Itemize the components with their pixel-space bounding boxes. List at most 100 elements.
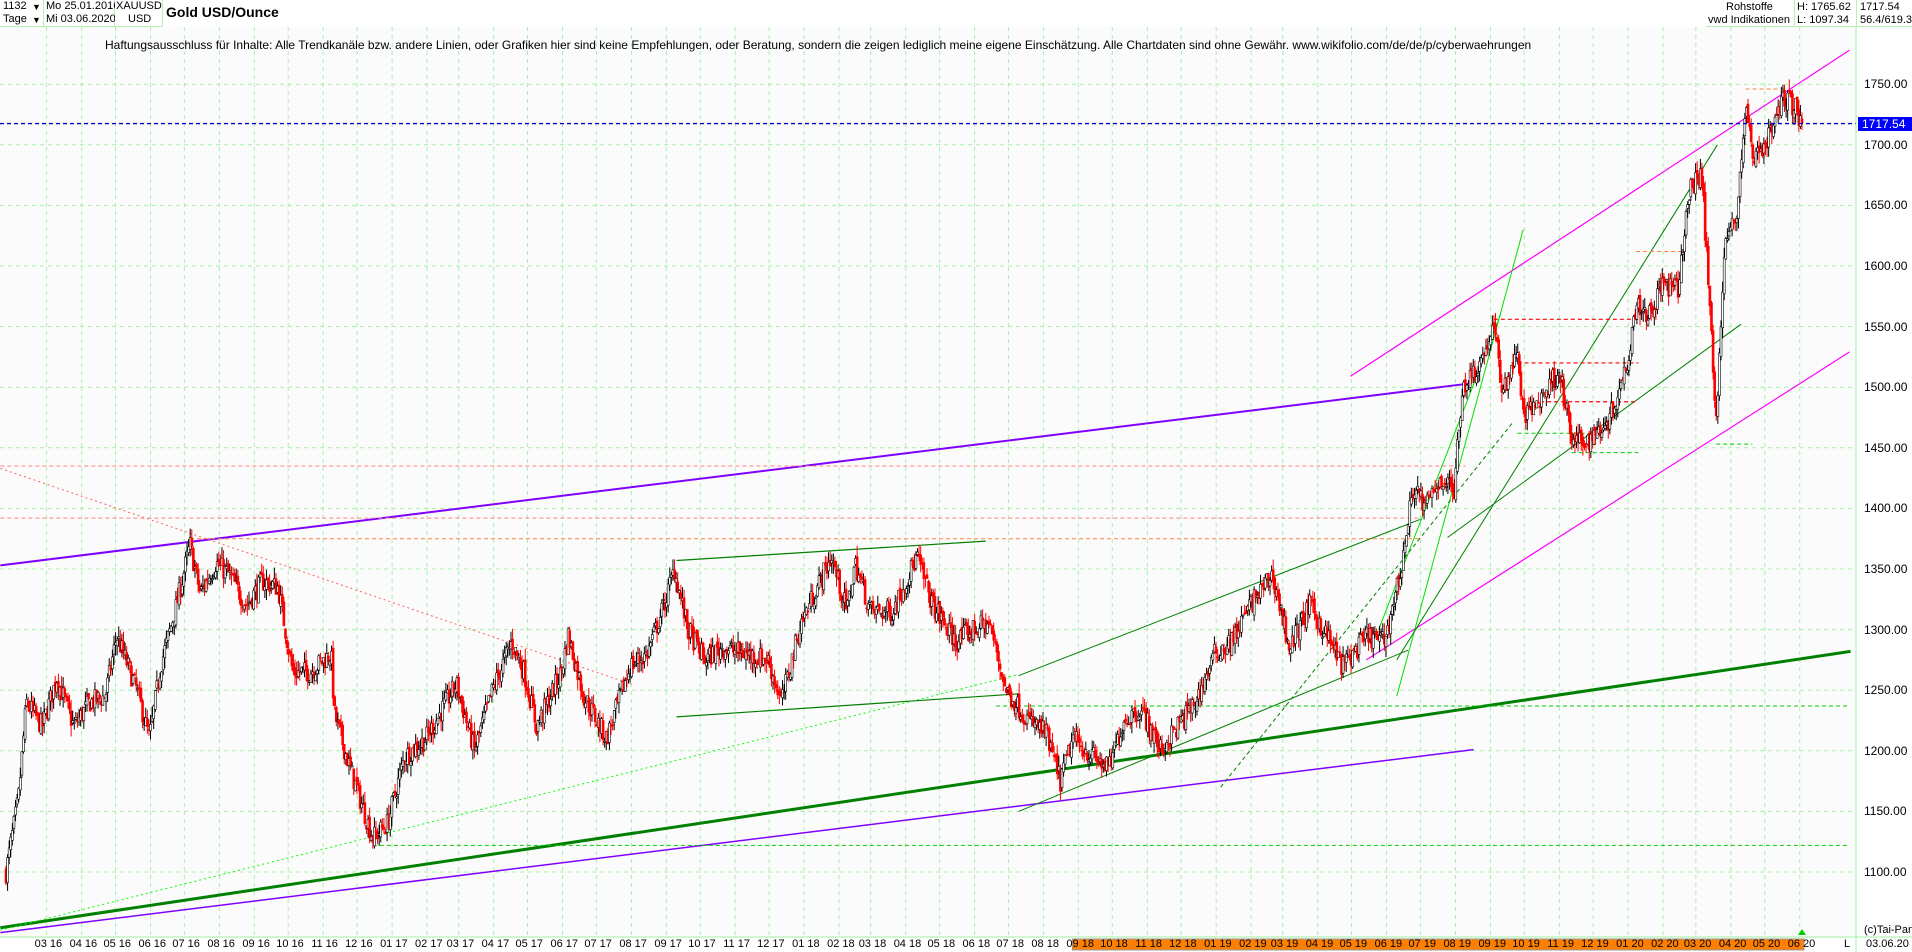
candle-body bbox=[1772, 124, 1775, 137]
candle-body bbox=[1754, 150, 1758, 167]
period-select[interactable]: Tage ▼ bbox=[0, 13, 44, 27]
candle-body bbox=[382, 826, 386, 830]
candle-body bbox=[368, 816, 371, 839]
candle-body bbox=[773, 676, 776, 686]
candle-body bbox=[806, 610, 810, 613]
candle-body bbox=[1727, 231, 1731, 237]
candle-body bbox=[1691, 178, 1694, 188]
candle-body bbox=[284, 628, 287, 639]
candle-body bbox=[1313, 598, 1316, 614]
candle-body bbox=[1497, 339, 1500, 359]
x-tick-label: 09 19 bbox=[1478, 938, 1506, 950]
x-tick-label: 12 18 bbox=[1169, 938, 1197, 950]
candle-body bbox=[236, 575, 240, 585]
period-value: Tage bbox=[3, 13, 27, 25]
candle-body bbox=[1378, 635, 1381, 642]
candle-body bbox=[906, 585, 910, 588]
candle-body bbox=[1391, 605, 1394, 615]
candle-body bbox=[978, 628, 981, 638]
candle-body bbox=[423, 742, 427, 751]
candle-body bbox=[87, 693, 90, 700]
candle-body bbox=[182, 572, 186, 587]
x-tick-label: 11 16 bbox=[311, 938, 338, 950]
candle-body bbox=[484, 704, 487, 712]
candle-body bbox=[1618, 388, 1621, 400]
candle-body bbox=[1014, 707, 1018, 714]
x-tick-label: 01 17 bbox=[380, 938, 408, 950]
to-date-field[interactable]: Mi 03.06.2020 bbox=[44, 13, 116, 27]
candle-body bbox=[1638, 294, 1642, 316]
y-tick-label: 1700.00 bbox=[1864, 137, 1908, 152]
candle-body bbox=[1384, 635, 1388, 648]
candle-body bbox=[1718, 352, 1721, 396]
candle-body bbox=[1786, 92, 1790, 111]
candle-body bbox=[1707, 245, 1710, 286]
candle-body bbox=[922, 562, 926, 580]
candle-body bbox=[1624, 368, 1628, 371]
candle-body bbox=[134, 677, 138, 686]
from-date: Mo 25.01.2016 bbox=[46, 0, 120, 12]
candle-body bbox=[658, 617, 662, 628]
x-tick-label: 01 20 bbox=[1616, 938, 1644, 950]
candle-body bbox=[1338, 651, 1342, 654]
candle bbox=[1351, 649, 1354, 669]
candle-body bbox=[592, 703, 595, 708]
price-chart bbox=[0, 0, 1912, 952]
candle-body bbox=[190, 537, 194, 547]
candle-body bbox=[1162, 751, 1165, 755]
y-tick-label: 1550.00 bbox=[1864, 319, 1908, 334]
candle-body bbox=[1105, 756, 1108, 772]
candle-body bbox=[612, 710, 616, 723]
y-tick-label: 1400.00 bbox=[1864, 501, 1908, 516]
candle-body bbox=[1540, 392, 1543, 408]
candle-body bbox=[11, 830, 14, 841]
candle-body bbox=[1780, 95, 1783, 117]
candle-body bbox=[601, 720, 605, 741]
candle-body bbox=[1414, 490, 1418, 499]
candle-body bbox=[523, 659, 527, 688]
x-tick-label: 09 17 bbox=[654, 938, 682, 950]
candle-body bbox=[1173, 728, 1177, 730]
candle bbox=[1630, 326, 1634, 357]
candle-body bbox=[1494, 323, 1497, 335]
candle-body bbox=[1545, 389, 1548, 398]
candle-body bbox=[104, 694, 108, 702]
candle-body bbox=[1600, 432, 1604, 438]
candle-body bbox=[1491, 324, 1494, 340]
x-tick-label: 06 19 bbox=[1374, 938, 1403, 950]
candle-body bbox=[1389, 614, 1393, 635]
from-date-field[interactable]: Mo 25.01.2016 bbox=[44, 0, 119, 14]
candle-body bbox=[1190, 699, 1194, 714]
candle-body bbox=[479, 725, 483, 733]
candle-body bbox=[752, 652, 756, 665]
candle-body bbox=[1700, 167, 1704, 186]
candle-body bbox=[12, 815, 16, 829]
x-tick-label: 05 18 bbox=[927, 938, 956, 950]
candle-body bbox=[1082, 754, 1086, 757]
candle-body bbox=[1498, 359, 1502, 383]
candle-body bbox=[160, 671, 163, 682]
y-tick-label: 1250.00 bbox=[1864, 683, 1908, 698]
bars-select[interactable]: 1132 ▼ bbox=[0, 0, 44, 14]
candle-body bbox=[533, 704, 537, 723]
candle-body bbox=[1416, 485, 1420, 490]
candle-body bbox=[730, 642, 734, 645]
candle-body bbox=[1278, 593, 1281, 612]
x-tick-label: 07 18 bbox=[996, 938, 1024, 950]
candle-body bbox=[1457, 429, 1461, 442]
candle-body bbox=[265, 579, 268, 590]
candle-body bbox=[1465, 384, 1469, 391]
candle-body bbox=[838, 569, 841, 595]
candle-body bbox=[211, 578, 214, 580]
candle-body bbox=[1684, 211, 1688, 236]
candle-body bbox=[1121, 732, 1124, 734]
candle-body bbox=[149, 723, 152, 732]
candle-body bbox=[863, 579, 867, 605]
mode-indicator[interactable]: L bbox=[1844, 938, 1850, 951]
candle-body bbox=[1044, 724, 1048, 738]
candle-body bbox=[196, 568, 200, 585]
data-source: vwd Indikationen bbox=[1708, 14, 1790, 26]
x-tick-label: 12 19 bbox=[1581, 938, 1609, 950]
y-tick-label: 1650.00 bbox=[1864, 198, 1908, 213]
candle-body bbox=[72, 722, 76, 724]
